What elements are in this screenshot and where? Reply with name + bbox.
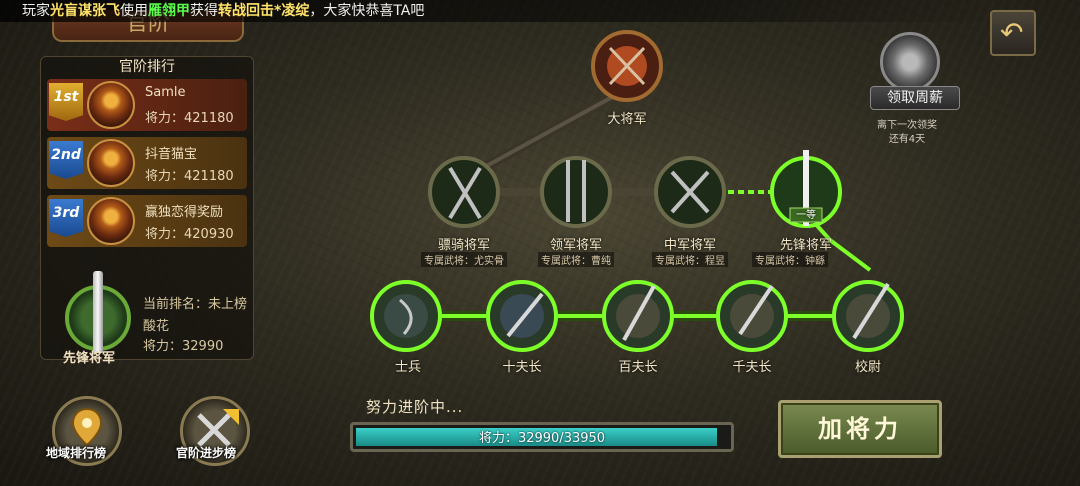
tree-node-label: 中军将军 bbox=[663, 238, 717, 253]
tree-node-label: 领军将军 bbox=[549, 238, 603, 253]
tree-node-sub: 专属武将：尤实骨 bbox=[421, 252, 507, 267]
tree-node-label: 大将军 bbox=[607, 112, 647, 127]
tree-node-label: 士兵 bbox=[394, 360, 422, 375]
tree-node-label: 百夫长 bbox=[618, 360, 658, 375]
tree-node-sub: 专属武将：程昱 bbox=[652, 252, 728, 267]
current-rank-badge: 一等 bbox=[796, 210, 816, 221]
tree-node-row2[interactable] bbox=[540, 156, 612, 228]
weekly-salary-label: 领取周薪 bbox=[870, 86, 960, 110]
salary-note-line: 离下一次领奖 bbox=[877, 120, 937, 131]
tree-connector bbox=[469, 88, 626, 177]
add-power-button[interactable]: 加将力 bbox=[778, 400, 942, 458]
tree-node-sub: 专属武将：钟繇 bbox=[752, 252, 828, 267]
progress-text: 将力：32990/33950 bbox=[478, 431, 606, 446]
tree-node-label: 骠骑将军 bbox=[437, 238, 491, 253]
tree-node-general[interactable] bbox=[591, 30, 663, 102]
tree-node-label: 千夫长 bbox=[732, 360, 772, 375]
progress-title: 努力进阶中... bbox=[366, 398, 464, 416]
tree-node-sub: 专属武将：曹纯 bbox=[538, 252, 614, 267]
tree-node-row3[interactable] bbox=[716, 280, 788, 352]
tree-node-label: 十夫长 bbox=[502, 360, 542, 375]
tree-node-label: 先锋将军 bbox=[779, 238, 833, 253]
tree-node-row3[interactable] bbox=[486, 280, 558, 352]
tree-node-row3[interactable] bbox=[370, 280, 442, 352]
power-progress-bar: 将力：32990/33950 bbox=[350, 422, 734, 452]
tree-node-row2[interactable] bbox=[654, 156, 726, 228]
tree-node-label: 校尉 bbox=[854, 360, 882, 375]
tree-node-row2[interactable] bbox=[428, 156, 500, 228]
tree-node-row3[interactable] bbox=[602, 280, 674, 352]
salary-note-line: 还有4天 bbox=[888, 134, 926, 145]
weekly-salary-button[interactable]: 领取周薪 bbox=[870, 30, 960, 110]
chest-icon bbox=[880, 32, 940, 92]
tree-node-row3[interactable] bbox=[832, 280, 904, 352]
